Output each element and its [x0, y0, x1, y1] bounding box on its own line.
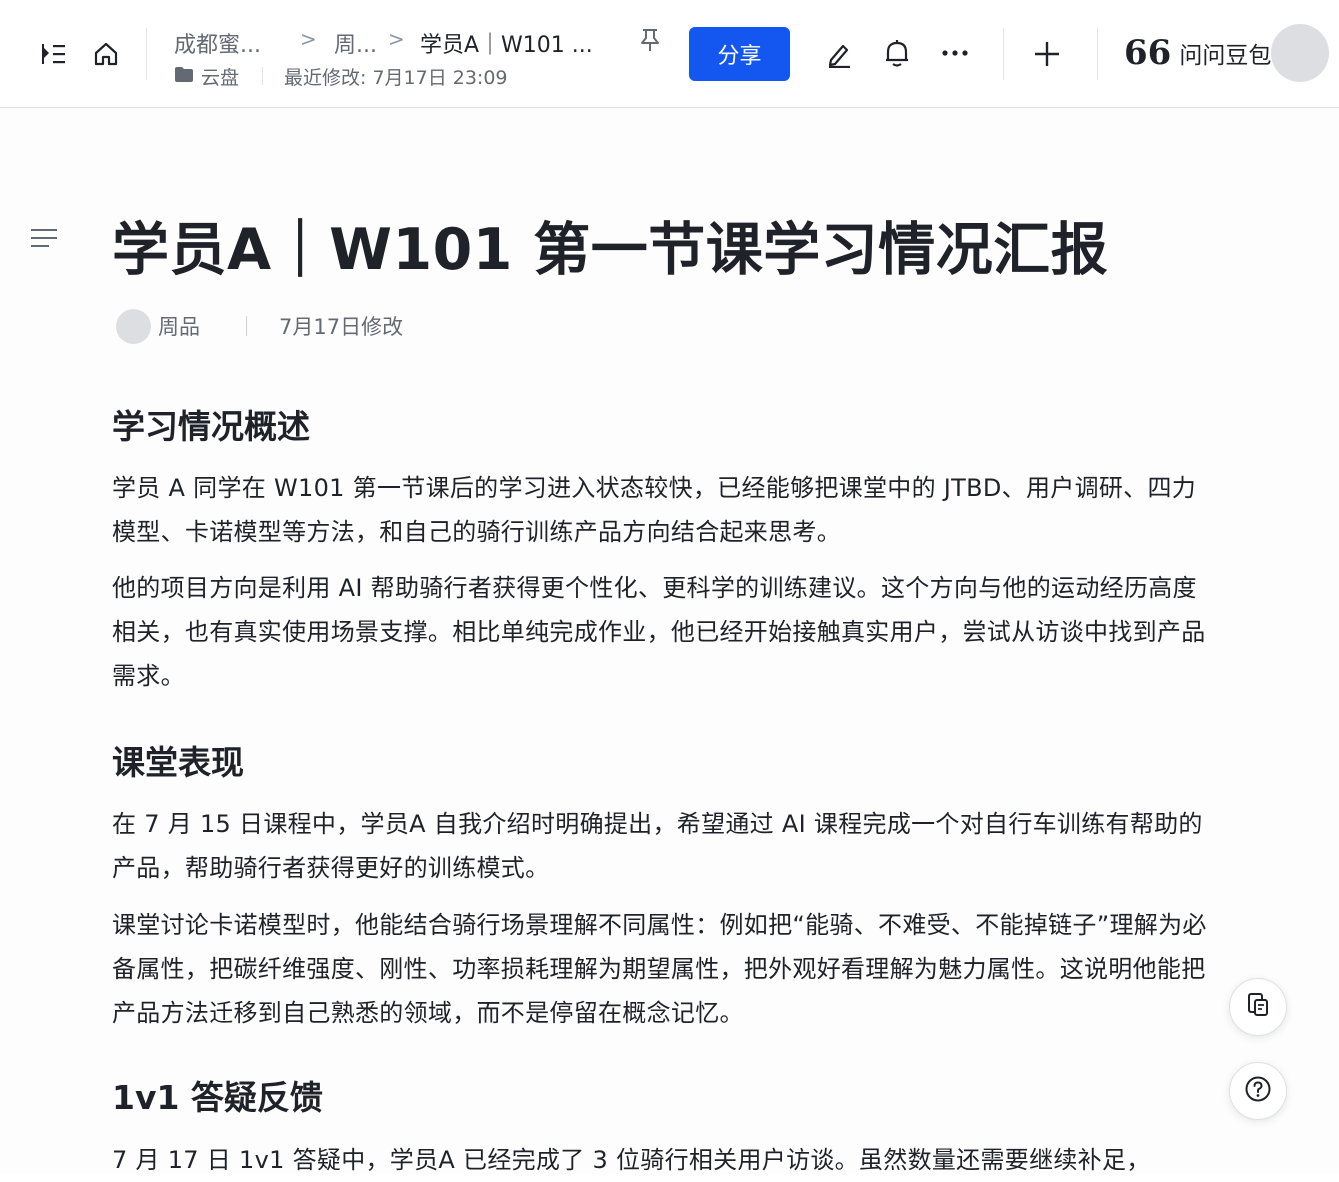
section-heading: 课堂表现: [112, 743, 244, 782]
breadcrumb-item-current[interactable]: 学员A｜W101 ...: [420, 27, 593, 59]
paragraph: 课堂讨论卡诺模型时，他能结合骑行场景理解不同属性：例如把“能骑、不难受、不能掉链…: [112, 911, 1207, 1027]
modified-time: 7月17日修改: [279, 315, 404, 339]
ask-doubao-button[interactable]: 66 问问豆包: [1124, 36, 1271, 70]
last-modified: 最近修改: 7月17日 23:09: [284, 67, 508, 89]
breadcrumb-item-folder[interactable]: 周...: [334, 27, 377, 59]
sub-divider: [262, 67, 263, 85]
doc-outline-button[interactable]: [1229, 978, 1287, 1036]
plus-icon[interactable]: [1030, 37, 1064, 71]
document-meta: 周品 7月17日修改: [116, 308, 403, 344]
ask-doubao-label: 问问豆包: [1179, 43, 1272, 69]
paragraph: 在 7 月 15 日课程中，学员A 自我介绍时明确提出，希望通过 AI 课程完成…: [112, 810, 1203, 882]
bell-icon[interactable]: [880, 36, 914, 70]
user-avatar[interactable]: [1271, 24, 1329, 82]
paragraph: 学员 A 同学在 W101 第一节课后的学习进入状态较快，已经能够把课堂中的 J…: [112, 474, 1197, 546]
paragraph: 7 月 17 日 1v1 答疑中，学员A 已经完成了 3 位骑行相关用户访谈。虽…: [112, 1146, 1151, 1174]
toolbar-divider: [146, 28, 147, 80]
doc-outline-icon: [1246, 992, 1270, 1022]
edit-icon[interactable]: [822, 37, 856, 71]
home-icon[interactable]: [90, 38, 122, 70]
section-heading: 学习情况概述: [112, 407, 310, 446]
outline-toggle-icon[interactable]: [30, 226, 58, 254]
folder-icon: [175, 67, 193, 86]
share-button[interactable]: 分享: [689, 27, 790, 81]
toolbar-divider: [1097, 28, 1098, 80]
breadcrumb-item-space[interactable]: 成都蜜...: [174, 27, 261, 59]
document-area: 学员A｜W101 第一节课学习情况汇报 周品 7月17日修改 学习情况概述 学员…: [0, 108, 1339, 1174]
author-name[interactable]: 周品: [158, 311, 200, 341]
paragraph: 他的项目方向是利用 AI 帮助骑行者获得更个性化、更科学的训练建议。这个方向与他…: [112, 574, 1206, 690]
section-heading: 1v1 答疑反馈: [112, 1078, 323, 1117]
expand-sidebar-icon[interactable]: [38, 38, 70, 70]
chevron-right-icon: >: [300, 27, 317, 51]
top-toolbar: 成都蜜... > 周... > 学员A｜W101 ... 云盘 最近修改: 7月…: [0, 0, 1339, 108]
quote-icon: 66: [1124, 33, 1172, 73]
location-label[interactable]: 云盘: [201, 63, 239, 90]
help-button[interactable]: [1229, 1062, 1287, 1120]
meta-divider: [246, 316, 247, 336]
toolbar-divider: [1003, 28, 1004, 80]
more-icon[interactable]: [938, 40, 972, 66]
pin-icon[interactable]: [636, 26, 664, 54]
help-icon: [1244, 1075, 1272, 1107]
author-avatar[interactable]: [116, 308, 151, 344]
document-title[interactable]: 学员A｜W101 第一节课学习情况汇报: [112, 204, 1108, 286]
chevron-right-icon: >: [388, 27, 405, 51]
